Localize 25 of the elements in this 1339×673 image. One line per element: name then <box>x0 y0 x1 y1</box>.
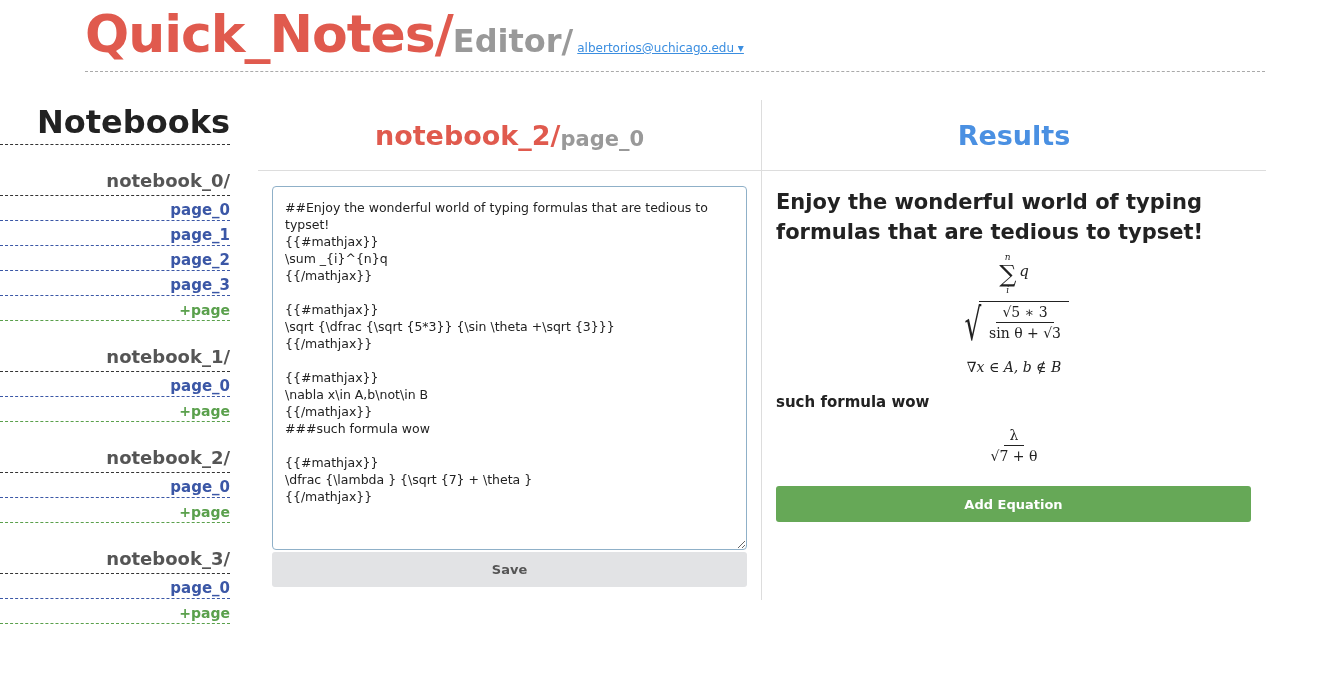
set-formula: ∇x ∈ A, b ∉ B <box>966 359 1062 375</box>
note-editor[interactable]: ##Enjoy the wonderful world of typing formulas that are tedious to typset! {{#mathjax}} \sum _{i}^{n}q {{/mathjax}} {{#mathjax}} \sqrt {\dfrac {\sqrt {5*3}} {\sin \theta +\sqrt {3}}} {{/mathjax}} {{#mathjax}} \nabla x\in A,b\not\in B {{/mathjax}} ###such formula wow {{#mathjax}} \dfrac {\lambda } {\sqrt {7} + \theta } {{/mathjax}} <box>272 186 747 550</box>
section-title: Editor/ <box>452 22 574 60</box>
page-link[interactable]: page_0 <box>0 478 230 498</box>
app-title: Quick_Notes/ <box>85 4 453 64</box>
notebook-title: notebook_2/ <box>374 119 561 151</box>
page-link[interactable]: page_1 <box>0 226 230 246</box>
notebook-link[interactable]: notebook_0/ <box>0 167 230 196</box>
page-link[interactable]: page_3 <box>0 276 230 296</box>
notebook-link[interactable]: notebook_1/ <box>0 343 230 372</box>
save-button[interactable]: Save <box>272 552 747 587</box>
page-link[interactable]: page_0 <box>0 377 230 397</box>
result-subheading: such formula wow <box>776 393 931 411</box>
page-link[interactable]: page_0 <box>0 201 230 221</box>
page-title: page_0 <box>560 127 645 151</box>
sidebar-title: Notebooks <box>0 100 230 145</box>
user-menu-link[interactable]: albertorios@uchicago.edu ▾ <box>577 41 744 55</box>
page-link[interactable]: page_0 <box>0 579 230 599</box>
notebook-link[interactable]: notebook_2/ <box>0 444 230 473</box>
result-heading: Enjoy the wonderful world of typing formulas that are tedious to typset! <box>776 189 1205 246</box>
page-link[interactable]: page_2 <box>0 251 230 271</box>
notebook-link[interactable]: notebook_3/ <box>0 545 230 574</box>
results-title: Results <box>957 119 1071 151</box>
fraction-formula: λ √7 + θ <box>989 427 1039 464</box>
sum-formula: n ∑ i q <box>999 253 1029 295</box>
